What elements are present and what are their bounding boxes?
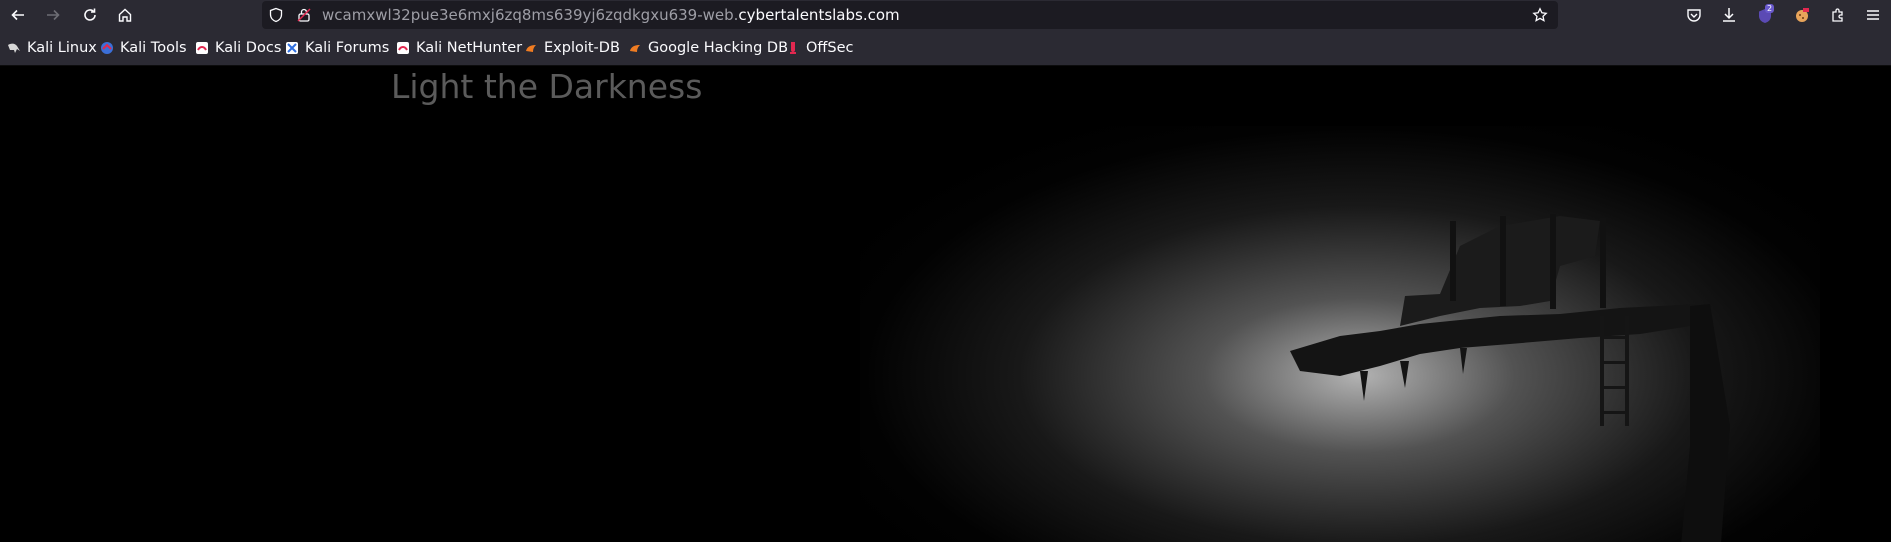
page-content: Light the Darkness: [0, 66, 1891, 542]
kali-forums-icon: [286, 42, 298, 54]
bookmark-offsec[interactable]: OffSec: [786, 30, 854, 66]
background-scene-image: [860, 126, 1820, 542]
bookmark-label: Kali Tools: [120, 40, 187, 56]
page-title: Light the Darkness: [391, 67, 703, 106]
shield-icon[interactable]: [268, 7, 284, 23]
kali-docs-icon: [196, 42, 208, 54]
back-button[interactable]: [6, 4, 30, 26]
bookmark-kali-nethunter[interactable]: Kali NetHunter: [396, 30, 522, 66]
kali-tools-icon: [101, 42, 113, 54]
extensions-puzzle-icon[interactable]: [1829, 6, 1847, 24]
ghdb-icon: [630, 45, 640, 52]
bookmark-label: Kali Docs: [215, 40, 282, 56]
bookmark-google-hacking-db[interactable]: Google Hacking DB: [628, 30, 788, 66]
bookmark-label: Kali NetHunter: [416, 40, 523, 56]
bookmark-label: Google Hacking DB: [648, 40, 789, 56]
download-icon[interactable]: [1720, 6, 1738, 24]
extension-button[interactable]: 2: [1756, 4, 1776, 26]
bookmark-kali-linux[interactable]: Kali Linux: [7, 30, 97, 66]
browser-toolbar: wcamxwl32pue3e6mxj6zq8ms639yj6zqdkgxu639…: [0, 0, 1891, 30]
bookmark-label: Exploit-DB: [544, 40, 620, 56]
reload-icon: [84, 8, 96, 21]
silhouette-structure: [1290, 214, 1730, 542]
arrow-right-icon: [47, 9, 60, 21]
arrow-left-icon: [11, 9, 24, 21]
bookmark-label: Kali Forums: [305, 40, 390, 56]
home-button[interactable]: [113, 4, 137, 26]
bookmark-label: Kali Linux: [27, 40, 97, 56]
extension-badge: 2: [1765, 4, 1775, 13]
url-prefix: wcamxwl32pue3e6mxj6zq8ms639yj6zqdkgxu639…: [322, 6, 739, 24]
forward-button[interactable]: [41, 4, 65, 26]
bookmark-kali-docs[interactable]: Kali Docs: [195, 30, 281, 66]
exploit-db-icon: [526, 45, 536, 52]
home-icon: [118, 8, 132, 22]
insecure-lock-icon[interactable]: [296, 7, 312, 23]
menu-icon[interactable]: [1864, 6, 1882, 24]
kali-dragon-icon: [8, 43, 20, 53]
bookmark-label: OffSec: [806, 40, 854, 56]
url-text[interactable]: wcamxwl32pue3e6mxj6zq8ms639yj6zqdkgxu639…: [322, 1, 900, 29]
bookmarks-toolbar: Kali Linux Kali Tools Kali Docs Kali For…: [0, 30, 1891, 66]
cookie-extension-icon[interactable]: [1793, 6, 1811, 24]
kali-nethunter-icon: [397, 42, 409, 54]
bookmark-kali-forums[interactable]: Kali Forums: [285, 30, 389, 66]
bookmark-exploit-db[interactable]: Exploit-DB: [524, 30, 620, 66]
pocket-icon[interactable]: [1685, 6, 1703, 24]
star-icon[interactable]: [1532, 7, 1548, 23]
url-bar[interactable]: wcamxwl32pue3e6mxj6zq8ms639yj6zqdkgxu639…: [262, 1, 1558, 29]
offsec-icon: [790, 42, 796, 54]
url-domain: cybertalentslabs.com: [738, 6, 900, 24]
bookmark-kali-tools[interactable]: Kali Tools: [100, 30, 187, 66]
reload-button[interactable]: [78, 4, 102, 26]
